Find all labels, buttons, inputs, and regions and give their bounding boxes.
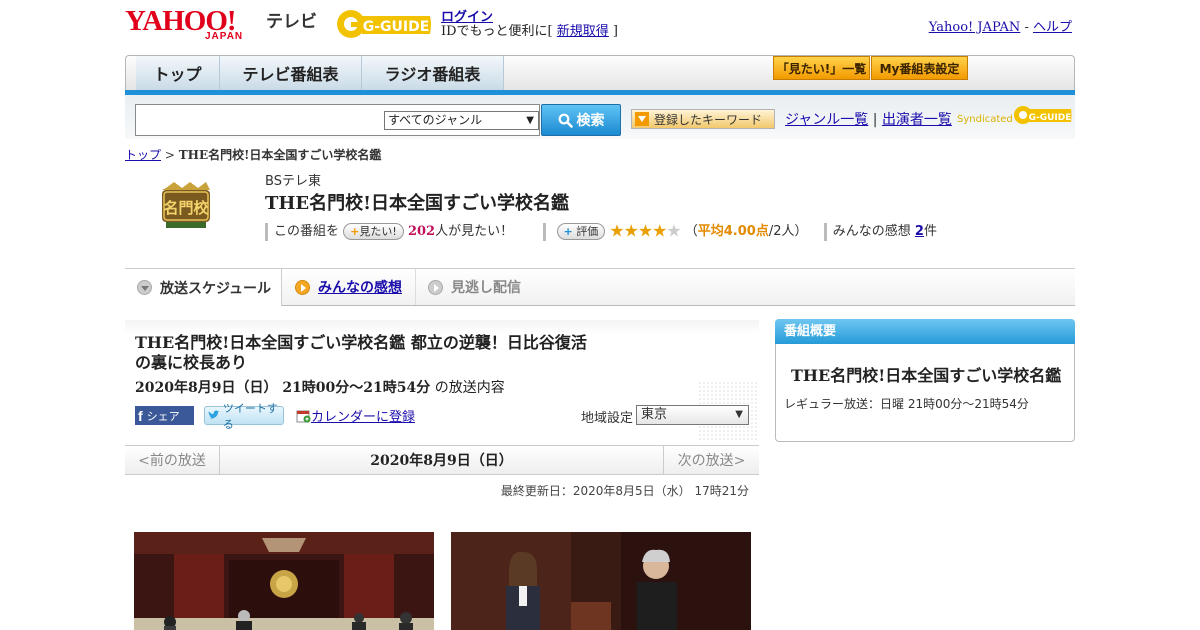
my-schedule-button[interactable]: My番組表設定 [871, 56, 968, 80]
rating-button[interactable]: + 評価 [556, 223, 606, 240]
summary-program-title: THE名門校!日本全国すごい学校名鑑 [791, 366, 1062, 385]
tab-missed-streaming: 見逃し配信 [416, 269, 556, 305]
next-broadcast-link[interactable]: 次の放送> [663, 445, 759, 475]
comments-count-link[interactable]: 2 [915, 224, 924, 239]
chevron-down-icon: ▼ [526, 115, 534, 126]
plus-icon: + [563, 225, 573, 238]
program-summary-heading: 番組概要 [775, 319, 1075, 344]
episode-photo [134, 532, 434, 630]
star-rating: ★★★★★ [609, 221, 681, 242]
help-link[interactable]: ヘルプ [1033, 20, 1072, 35]
svg-text:G-GUIDE: G-GUIDE [1029, 113, 1072, 123]
calendar-register[interactable]: カレンダーに登録 [296, 406, 415, 425]
yahoo-japan-logo[interactable]: YAHOO! JAPAN [125, 6, 265, 42]
last-updated: 最終更新日：2020年8月5日（水） 17時21分 [500, 484, 749, 498]
tab-schedule[interactable]: 放送スケジュール [125, 269, 282, 306]
svg-text:G-GUIDE: G-GUIDE [363, 19, 430, 35]
region-label: 地域設定 [581, 411, 634, 426]
top-links: Yahoo! JAPAN - ヘルプ [928, 20, 1072, 35]
twitter-bird-icon [208, 410, 220, 419]
episode-date: 2020年8月9日（日） 21時00分～21時54分 の放送内容 [135, 380, 505, 396]
gguide-logo-icon: G-GUIDE [337, 10, 431, 38]
genre-select[interactable]: すべてのジャンル ▼ [384, 111, 539, 130]
breadcrumb-current: THE名門校!日本全国すごい学校名鑑 [178, 148, 382, 162]
pager-current-date: 2020年8月9日（日） [370, 453, 513, 469]
chevron-down-icon [137, 280, 152, 295]
episode-photo-image [451, 532, 751, 630]
search-links: ジャンル一覧 | 出演者一覧 [785, 112, 952, 128]
region-select[interactable]: 東京 ▼ [636, 405, 749, 425]
tv-label: テレビ [266, 12, 317, 32]
signup-link[interactable]: 新規取得 [557, 24, 609, 39]
syndicated-logo-icon: Syndicated G-GUIDE [957, 106, 1072, 125]
yahoo-japan-link[interactable]: Yahoo! JAPAN [929, 20, 1021, 35]
breadcrumb: トップ > THE名門校!日本全国すごい学校名鑑 [125, 148, 382, 162]
tab-impressions[interactable]: みんなの感想 [283, 269, 416, 305]
program-title: THE名門校!日本全国すごい学校名鑑 [265, 193, 570, 214]
calendar-icon [296, 410, 311, 423]
facebook-icon: f [138, 407, 143, 424]
mitai-list-button[interactable]: 「見たい!」一覧 [773, 56, 870, 80]
program-logo-icon: 名門校 [162, 182, 210, 228]
nav-tab-tv-schedule[interactable]: テレビ番組表 [220, 56, 362, 90]
registered-keywords-button[interactable]: 登録したキーワード [631, 109, 775, 129]
chevron-down-icon: ▼ [735, 409, 743, 420]
facebook-share-button[interactable]: f シェア [135, 406, 194, 425]
breadcrumb-home[interactable]: トップ [125, 148, 161, 162]
dropdown-arrow-icon [635, 112, 649, 126]
search-button[interactable]: 検索 [541, 104, 621, 136]
program-stats: この番組を +見たい! 202人が見たい！ + 評価 ★★★★★ （平均4.00… [265, 220, 1075, 242]
nav-tab-radio-schedule[interactable]: ラジオ番組表 [362, 56, 504, 90]
average-score: 平均4.00点 [697, 224, 769, 239]
tweet-button[interactable]: ツイートする [204, 402, 284, 431]
mitai-count: 202 [407, 224, 436, 239]
prev-broadcast-link[interactable]: <前の放送 [125, 445, 220, 475]
nav-tab-top[interactable]: トップ [136, 56, 220, 90]
svg-text:名門校: 名門校 [163, 199, 209, 217]
plus-icon: + [350, 225, 360, 238]
mitai-button[interactable]: +見たい! [343, 223, 404, 240]
episode-title: THE名門校!日本全国すごい学校名鑑 都立の逆襲！日比谷復活の裏に校長あり [135, 333, 587, 372]
play-arrow-icon [295, 279, 310, 295]
channel-name: BSテレ東 [265, 174, 321, 189]
id-promo: IDでもっと便利に[ 新規取得 ] [441, 24, 618, 39]
search-icon [558, 113, 573, 128]
syndicated-gguide-logo: Syndicated G-GUIDE [957, 103, 1072, 129]
program-logo: 名門校 [142, 180, 232, 240]
gguide-logo[interactable]: G-GUIDE [334, 6, 434, 42]
svg-text:Syndicated: Syndicated [957, 114, 1013, 125]
genre-list-link[interactable]: ジャンル一覧 [785, 112, 868, 128]
play-arrow-icon [428, 279, 443, 295]
episode-photo-image [134, 532, 434, 630]
cast-list-link[interactable]: 出演者一覧 [882, 112, 952, 128]
program-tabs: 放送スケジュール みんなの感想 見逃し配信 [125, 268, 1075, 306]
regular-broadcast: レギュラー放送：日曜 21時00分～21時54分 [784, 397, 1029, 411]
episode-photo [451, 532, 751, 630]
